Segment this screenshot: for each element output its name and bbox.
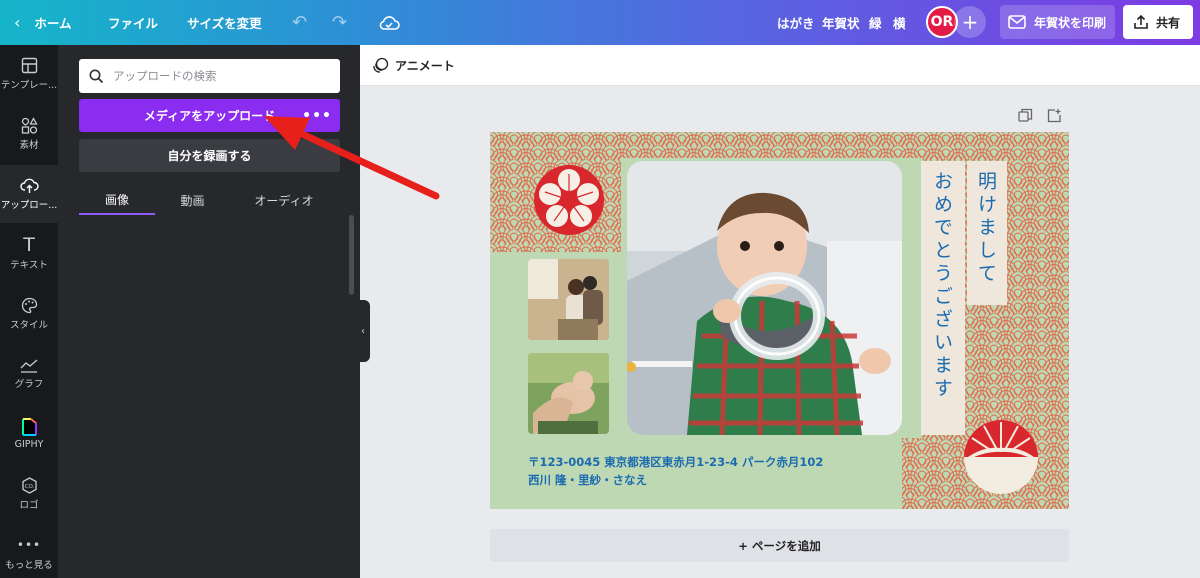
chevron-left-icon: ‹ xyxy=(14,13,21,32)
family-photo-figures xyxy=(528,259,609,340)
page-tools xyxy=(1018,108,1062,123)
uploads-panel: メディアをアップロード ••• 自分を録画する 画像 動画 オーディオ xyxy=(58,45,360,578)
rail-item-giphy[interactable]: GIPHY xyxy=(0,405,58,463)
envelope-icon xyxy=(1008,15,1026,29)
editor-toolbar: アニメート xyxy=(360,45,1200,86)
upload-media-label: メディアをアップロード xyxy=(143,109,276,123)
search-box[interactable] xyxy=(79,59,340,93)
upload-more-options-button[interactable]: ••• xyxy=(302,99,332,132)
top-bar: ‹ ホーム ファイル サイズを変更 ↶ ↷ はがき 年賀状 緑 横 OR + 年… xyxy=(0,0,1200,45)
giphy-icon xyxy=(21,418,37,436)
tab-videos[interactable]: 動画 xyxy=(155,185,230,215)
rail-label: ロゴ xyxy=(19,500,39,511)
logo-icon: CO. xyxy=(21,477,37,494)
record-yourself-button[interactable]: 自分を録画する xyxy=(79,139,340,172)
baby-illustration xyxy=(627,161,902,435)
palette-icon xyxy=(21,297,37,314)
duplicate-page-icon[interactable] xyxy=(1018,108,1033,123)
plum-blossom-icon xyxy=(534,165,604,235)
greeting-banner-left[interactable]: おめでとうございます xyxy=(921,161,965,435)
elements-icon xyxy=(21,117,38,134)
greeting-text-omedetou: おめでとうございます xyxy=(931,171,953,401)
chart-icon xyxy=(20,359,38,373)
animate-button[interactable]: アニメート xyxy=(372,45,455,86)
main-baby-photo[interactable] xyxy=(627,161,902,435)
fuji-sunrise-icon xyxy=(964,420,1038,494)
undo-icon: ↶ xyxy=(292,12,308,33)
left-rail: テンプレー... 素材 アップロー... T テキスト スタイル グラフ GIP… xyxy=(0,45,58,578)
chevron-left-icon: ‹ xyxy=(361,325,365,337)
rail-item-uploads[interactable]: アップロー... xyxy=(0,165,58,223)
more-icon: ••• xyxy=(16,538,42,552)
rail-label: テキスト xyxy=(10,260,48,271)
names-line: 西川 隆・里紗・さなえ xyxy=(528,473,648,487)
upload-media-button[interactable]: メディアをアップロード ••• xyxy=(79,99,340,132)
tab-images[interactable]: 画像 xyxy=(79,185,155,215)
redo-icon: ↷ xyxy=(332,12,348,33)
home-label: ホーム xyxy=(34,16,72,31)
text-icon: T xyxy=(23,234,35,256)
search-icon xyxy=(89,69,104,83)
rail-label: アップロー... xyxy=(0,200,58,211)
rail-item-templates[interactable]: テンプレー... xyxy=(0,45,58,103)
format-tag-nengajo[interactable]: 年賀状 xyxy=(822,0,860,45)
family-photo-2[interactable] xyxy=(528,353,609,434)
rail-item-text[interactable]: T テキスト xyxy=(0,225,58,283)
cloud-save-button[interactable] xyxy=(378,0,400,45)
rail-item-elements[interactable]: 素材 xyxy=(0,105,58,163)
file-menu[interactable]: ファイル xyxy=(108,0,158,45)
family-photo-1[interactable] xyxy=(528,259,609,340)
greeting-banner-right[interactable]: 明けまして xyxy=(967,161,1007,305)
rail-label: テンプレー... xyxy=(0,80,58,91)
rail-item-charts[interactable]: グラフ xyxy=(0,345,58,403)
share-upload-icon xyxy=(1134,14,1148,29)
template-icon xyxy=(21,57,37,74)
redo-button[interactable]: ↷ xyxy=(332,0,347,45)
add-page-icon[interactable] xyxy=(1047,108,1062,123)
upload-icon xyxy=(19,178,39,193)
print-nengajo-button[interactable]: 年賀状を印刷 xyxy=(1000,5,1115,39)
undo-button[interactable]: ↶ xyxy=(292,0,307,45)
nengajo-card[interactable]: おめでとうございます 明けまして 〒123-0045 東京都港区東赤月1-23-… xyxy=(490,132,1069,509)
search-input[interactable] xyxy=(113,69,333,83)
add-member-button[interactable]: + xyxy=(954,6,986,38)
share-button[interactable]: 共有 xyxy=(1123,5,1193,39)
baby-bath-photo xyxy=(528,353,609,434)
rail-label: GIPHY xyxy=(14,439,44,450)
greeting-text-akemashite: 明けまして xyxy=(975,171,997,286)
print-label: 年賀状を印刷 xyxy=(1034,15,1107,30)
svg-text:CO.: CO. xyxy=(24,484,34,490)
animate-label: アニメート xyxy=(395,59,455,73)
rail-item-more[interactable]: ••• もっと見る xyxy=(0,525,58,578)
address-block[interactable]: 〒123-0045 東京都港区東赤月1-23-4 パーク赤月102 西川 隆・里… xyxy=(528,453,823,489)
animate-icon xyxy=(373,57,389,73)
collapse-panel-button[interactable]: ‹ xyxy=(356,300,370,362)
rail-item-logo[interactable]: CO. ロゴ xyxy=(0,465,58,523)
resize-menu[interactable]: サイズを変更 xyxy=(187,0,262,45)
rail-label: 素材 xyxy=(19,140,39,151)
plus-icon: + xyxy=(961,10,979,34)
home-button[interactable]: ‹ ホーム xyxy=(14,0,72,45)
panel-scrollbar[interactable] xyxy=(349,215,354,295)
cloud-check-icon xyxy=(379,15,400,30)
format-tag-landscape[interactable]: 横 xyxy=(893,0,906,45)
media-tabs: 画像 動画 オーディオ xyxy=(79,185,340,217)
format-tag-postcard[interactable]: はがき xyxy=(777,0,815,45)
rail-label: グラフ xyxy=(14,379,44,390)
tab-audio[interactable]: オーディオ xyxy=(239,185,329,215)
rail-label: スタイル xyxy=(9,320,48,331)
rail-label: もっと見る xyxy=(5,560,53,571)
add-page-button[interactable]: + ページを追加 xyxy=(490,529,1069,562)
format-tag-green[interactable]: 緑 xyxy=(869,0,882,45)
share-label: 共有 xyxy=(1156,15,1181,30)
rail-item-styles[interactable]: スタイル xyxy=(0,285,58,343)
address-line: 〒123-0045 東京都港区東赤月1-23-4 パーク赤月102 xyxy=(528,455,824,469)
